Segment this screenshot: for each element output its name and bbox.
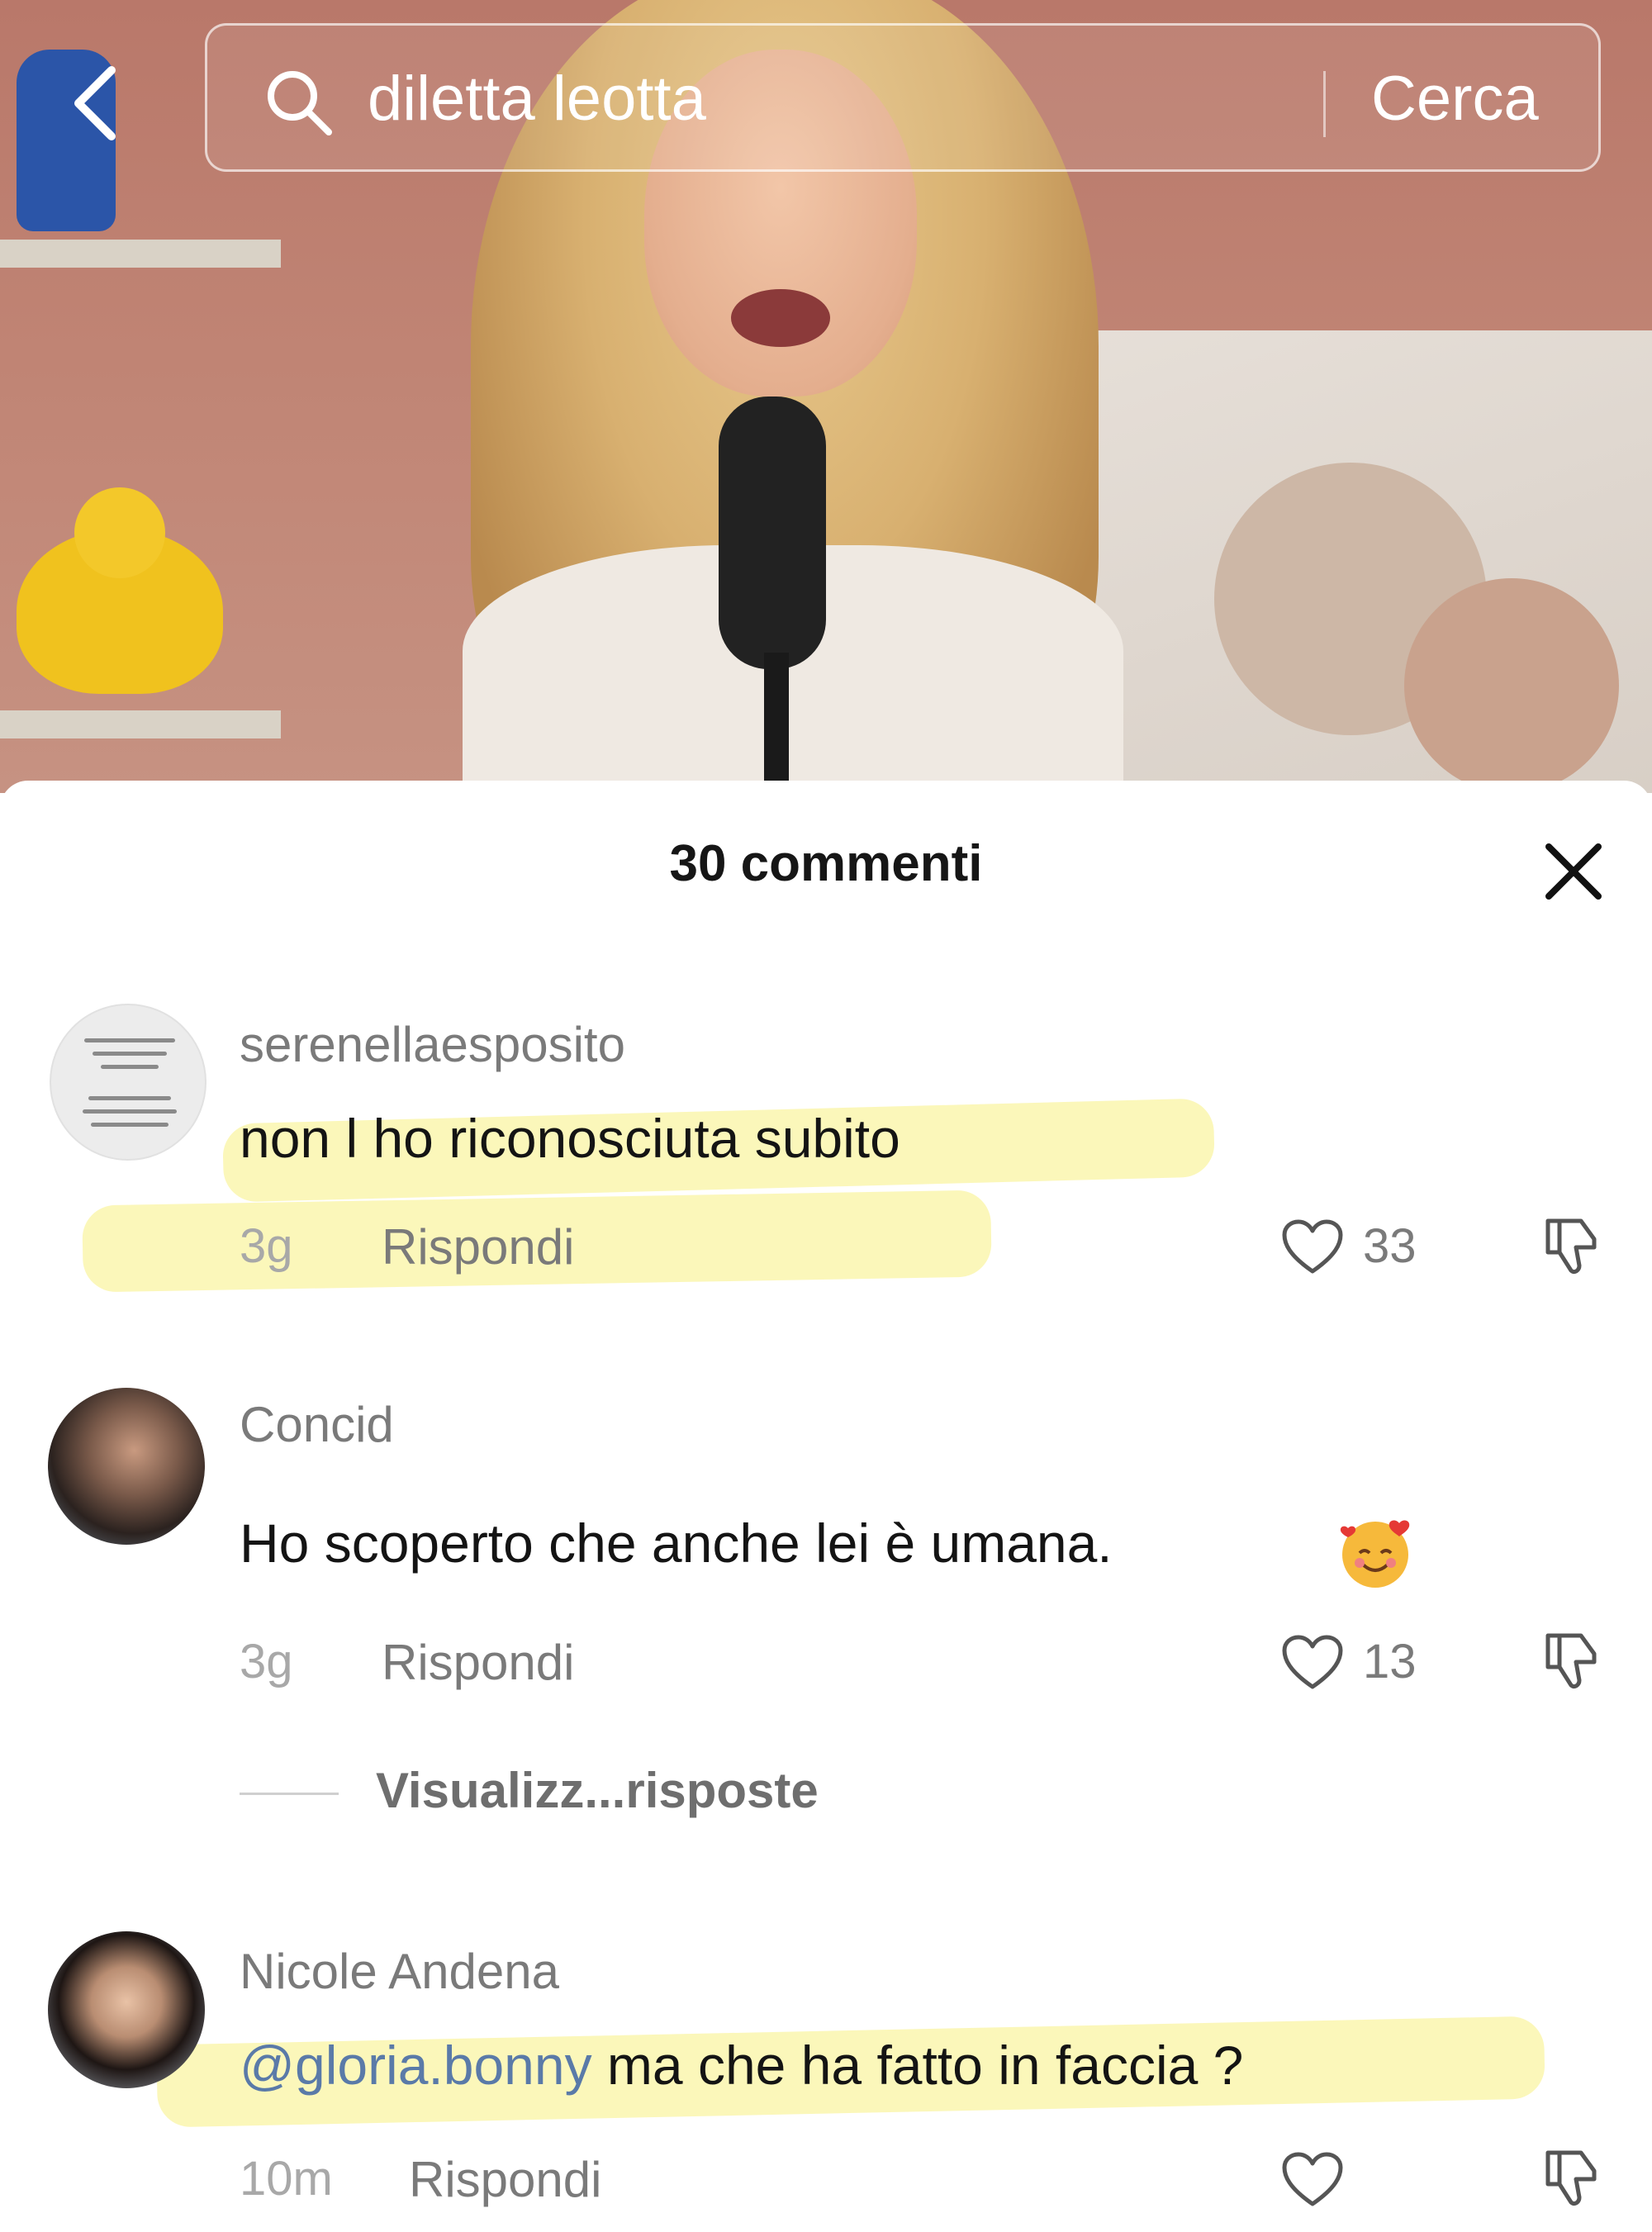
dislike-icon[interactable] (1540, 1214, 1602, 1277)
comments-count-title: 30 commenti (669, 835, 983, 892)
microphone (719, 397, 826, 669)
dislike-icon[interactable] (1540, 1629, 1602, 1692)
comment-text: Ho scoperto che anche lei è umana. (240, 1513, 1113, 1574)
comment-username[interactable]: serenellaesposito (240, 1016, 625, 1073)
smiling-face-with-hearts-emoji (1340, 1520, 1410, 1588)
comment-time: 3g (240, 1219, 293, 1273)
comments-sheet (0, 781, 1652, 2232)
heart-icon[interactable] (1280, 1634, 1345, 1692)
avatar[interactable] (50, 1004, 206, 1161)
back-button[interactable] (58, 58, 132, 149)
comment-text: @gloria.bonny ma che ha fatto in faccia … (240, 2034, 1243, 2097)
person-mouth (731, 289, 830, 347)
avatar[interactable] (48, 1388, 205, 1545)
chevron-left-icon (74, 66, 116, 140)
reply-button[interactable]: Rispondi (409, 2151, 601, 2208)
search-submit-button[interactable]: Cerca (1371, 58, 1539, 140)
comment-username[interactable]: Nicole Andena (240, 1943, 559, 2000)
search-icon (268, 71, 332, 135)
view-replies-button[interactable]: Visualizz...risposte (376, 1762, 819, 1819)
comment-time: 3g (240, 1635, 293, 1688)
comment-text-body: ma che ha fatto in faccia ? (591, 2035, 1244, 2096)
shelf (0, 710, 281, 738)
heart-icon[interactable] (1280, 1218, 1345, 1276)
view-replies-divider (240, 1793, 339, 1795)
avatar[interactable] (48, 1931, 205, 2088)
comment-text: non l ho riconosciuta subito (240, 1108, 900, 1169)
microphone-stand (764, 653, 789, 793)
comment-username[interactable]: Concid (240, 1396, 394, 1453)
comment-time: 10m (240, 2152, 333, 2206)
close-icon[interactable] (1536, 834, 1611, 909)
search-input[interactable]: diletta leotta (368, 58, 706, 140)
dislike-icon[interactable] (1540, 2146, 1602, 2209)
wall-decoration (1404, 578, 1619, 793)
like-count: 13 (1363, 1635, 1417, 1688)
rubber-duck-head (74, 487, 165, 578)
search-divider (1323, 71, 1326, 137)
shelf (0, 240, 281, 268)
reply-button[interactable]: Rispondi (382, 1218, 574, 1275)
mention-link[interactable]: @gloria.bonny (240, 2035, 592, 2096)
reply-button[interactable]: Rispondi (382, 1634, 574, 1691)
heart-icon[interactable] (1280, 2151, 1345, 2209)
like-count: 33 (1363, 1219, 1417, 1273)
